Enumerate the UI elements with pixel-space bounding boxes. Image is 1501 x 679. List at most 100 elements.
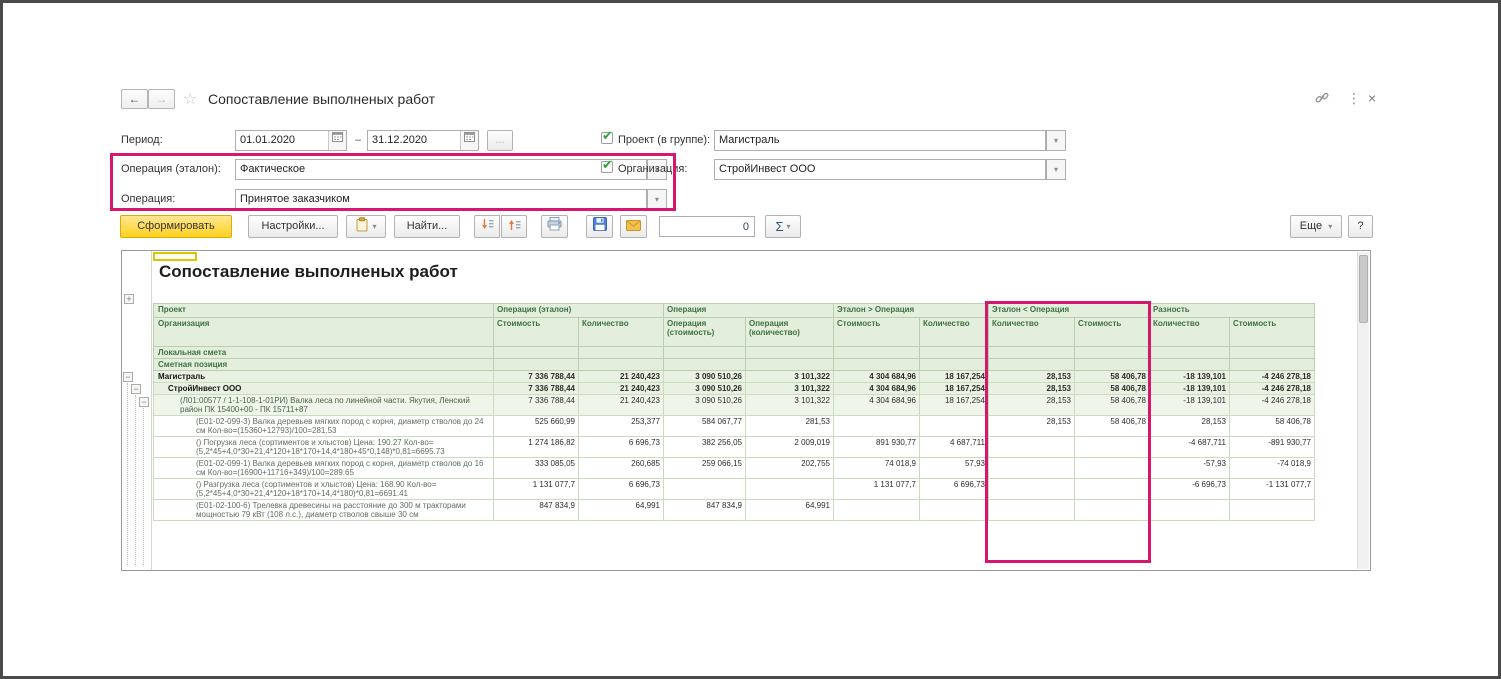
value-cell[interactable]: 58 406,78 xyxy=(1230,416,1315,437)
header-col[interactable]: Количество xyxy=(579,318,664,347)
row-label[interactable]: (Е01-02-100-6) Трелевка древесины на рас… xyxy=(154,500,494,521)
value-cell[interactable] xyxy=(1075,479,1150,500)
scrollbar-thumb[interactable] xyxy=(1359,255,1368,323)
value-cell[interactable] xyxy=(664,479,746,500)
save-button[interactable] xyxy=(586,215,613,238)
value-cell[interactable]: 333 085,05 xyxy=(494,458,579,479)
value-cell[interactable]: 260,685 xyxy=(579,458,664,479)
value-cell[interactable] xyxy=(1075,500,1150,521)
value-cell[interactable]: 259 066,15 xyxy=(664,458,746,479)
value-cell[interactable]: -4 687,711 xyxy=(1150,437,1230,458)
collapse-group-toggle-level1[interactable]: − xyxy=(123,372,133,382)
row-label[interactable]: (Е01-02-099-3) Валка деревьев мягких пор… xyxy=(154,416,494,437)
value-cell[interactable]: 58 406,78 xyxy=(1075,416,1150,437)
project-combobox[interactable]: Магистраль xyxy=(714,130,1046,151)
expand-header-group-toggle[interactable]: + xyxy=(124,294,134,304)
calendar-icon[interactable] xyxy=(460,131,478,150)
value-cell[interactable]: -57,93 xyxy=(1150,458,1230,479)
counter-input[interactable] xyxy=(659,216,755,237)
value-cell[interactable]: 3 090 510,26 xyxy=(664,383,746,395)
value-cell[interactable]: 1 131 077,7 xyxy=(494,479,579,500)
row-label[interactable]: () Погрузка леса (сортиментов и хлыстов)… xyxy=(154,437,494,458)
header-group-difference[interactable]: Разность xyxy=(1150,304,1315,318)
project-checkbox[interactable]: ✔ xyxy=(601,132,613,144)
value-cell[interactable]: -4 246 278,18 xyxy=(1230,383,1315,395)
value-cell[interactable]: 281,53 xyxy=(746,416,834,437)
value-cell[interactable]: 64,991 xyxy=(579,500,664,521)
header-col[interactable]: Количество xyxy=(989,318,1075,347)
header-col[interactable]: Стоимость xyxy=(494,318,579,347)
back-button[interactable]: ← xyxy=(121,89,148,109)
operation-dropdown-arrow[interactable]: ▾ xyxy=(647,189,667,210)
expand-groups-button[interactable] xyxy=(501,215,527,238)
value-cell[interactable]: 58 406,78 xyxy=(1075,383,1150,395)
organization-dropdown-arrow[interactable]: ▾ xyxy=(1046,159,1066,180)
value-cell[interactable] xyxy=(1075,458,1150,479)
value-cell[interactable]: 202,755 xyxy=(746,458,834,479)
value-cell[interactable]: 4 687,711 xyxy=(920,437,989,458)
save-variant-split-button[interactable]: ▾ xyxy=(346,215,386,238)
header-col[interactable]: Операция (количество) xyxy=(746,318,834,347)
generate-button[interactable]: Сформировать xyxy=(120,215,232,238)
value-cell[interactable]: 525 660,99 xyxy=(494,416,579,437)
organization-combobox[interactable]: СтройИнвест ООО xyxy=(714,159,1046,180)
header-group-etalon-lt[interactable]: Эталон < Операция xyxy=(989,304,1150,318)
value-cell[interactable]: -4 246 278,18 xyxy=(1230,395,1315,416)
value-cell[interactable]: 64,991 xyxy=(746,500,834,521)
value-cell[interactable]: 28,153 xyxy=(989,371,1075,383)
help-button[interactable]: ? xyxy=(1348,215,1373,238)
value-cell[interactable] xyxy=(746,479,834,500)
value-cell[interactable]: 28,153 xyxy=(989,416,1075,437)
value-cell[interactable]: 584 067,77 xyxy=(664,416,746,437)
value-cell[interactable]: 58 406,78 xyxy=(1075,395,1150,416)
row-label[interactable]: (Е01-02-099-1) Валка деревьев мягких пор… xyxy=(154,458,494,479)
value-cell[interactable]: 28,153 xyxy=(989,383,1075,395)
header-col[interactable]: Стоимость xyxy=(834,318,920,347)
value-cell[interactable] xyxy=(989,437,1075,458)
value-cell[interactable] xyxy=(1150,500,1230,521)
close-icon[interactable]: × xyxy=(1368,90,1376,106)
value-cell[interactable]: 7 336 788,44 xyxy=(494,371,579,383)
value-cell[interactable]: 3 101,322 xyxy=(746,383,834,395)
value-cell[interactable]: 21 240,423 xyxy=(579,371,664,383)
value-cell[interactable] xyxy=(920,500,989,521)
value-cell[interactable]: -891 930,77 xyxy=(1230,437,1315,458)
collapse-group-toggle-level2[interactable]: − xyxy=(131,384,141,394)
header-group-operation-etalon[interactable]: Операция (эталон) xyxy=(494,304,664,318)
date-to-field[interactable]: 31.12.2020 xyxy=(367,130,479,151)
favorite-star-icon[interactable]: ☆ xyxy=(183,89,197,109)
value-cell[interactable] xyxy=(920,416,989,437)
row-label[interactable]: СтройИнвест ООО xyxy=(154,383,494,395)
value-cell[interactable]: -4 246 278,18 xyxy=(1230,371,1315,383)
value-cell[interactable]: 4 304 684,96 xyxy=(834,395,920,416)
header-group-operation[interactable]: Операция xyxy=(664,304,834,318)
header-col[interactable]: Количество xyxy=(1150,318,1230,347)
value-cell[interactable]: -18 139,101 xyxy=(1150,395,1230,416)
value-cell[interactable]: 58 406,78 xyxy=(1075,371,1150,383)
header-dim-local-smeta[interactable]: Локальная смета xyxy=(154,347,494,359)
selected-cell-marker[interactable] xyxy=(153,252,197,261)
more-menu-icon[interactable]: ⋮ xyxy=(1347,90,1361,107)
value-cell[interactable]: 3 101,322 xyxy=(746,395,834,416)
value-cell[interactable]: 7 336 788,44 xyxy=(494,395,579,416)
sum-split-button[interactable]: Σ ▾ xyxy=(765,215,801,238)
value-cell[interactable]: 847 834,9 xyxy=(664,500,746,521)
operation-etalon-combobox[interactable]: Фактическое xyxy=(235,159,647,180)
header-col[interactable]: Стоимость xyxy=(1075,318,1150,347)
value-cell[interactable]: 4 304 684,96 xyxy=(834,383,920,395)
value-cell[interactable]: 253,377 xyxy=(579,416,664,437)
value-cell[interactable]: -18 139,101 xyxy=(1150,383,1230,395)
header-dim-project[interactable]: Проект xyxy=(154,304,494,318)
header-col[interactable]: Стоимость xyxy=(1230,318,1315,347)
header-col[interactable]: Операция (стоимость) xyxy=(664,318,746,347)
value-cell[interactable]: -74 018,9 xyxy=(1230,458,1315,479)
value-cell[interactable]: 3 090 510,26 xyxy=(664,371,746,383)
value-cell[interactable]: 18 167,254 xyxy=(920,383,989,395)
value-cell[interactable]: 6 696,73 xyxy=(920,479,989,500)
forward-button[interactable]: → xyxy=(148,89,175,109)
organization-checkbox[interactable]: ✔ xyxy=(601,161,613,173)
value-cell[interactable] xyxy=(834,416,920,437)
settings-button[interactable]: Настройки... xyxy=(248,215,338,238)
vertical-scrollbar[interactable] xyxy=(1357,252,1369,569)
value-cell[interactable]: 2 009,019 xyxy=(746,437,834,458)
